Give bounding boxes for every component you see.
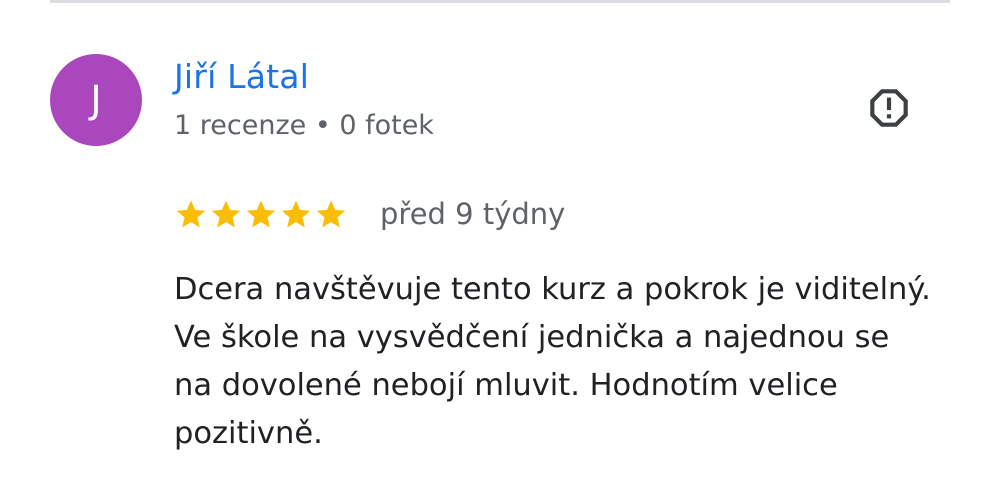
review-card: J Jiří Látal 1 recenze • 0 fotek před 9 …	[0, 0, 1000, 503]
avatar[interactable]: J	[50, 54, 142, 146]
author-meta: 1 recenze • 0 fotek	[174, 110, 434, 141]
avatar-initial: J	[90, 78, 102, 122]
author-info: Jiří Látal 1 recenze • 0 fotek	[174, 56, 434, 144]
rating-row: před 9 týdny	[174, 194, 565, 234]
star-icon	[281, 200, 311, 228]
top-divider	[50, 0, 950, 3]
star-rating	[174, 197, 348, 231]
star-icon	[211, 200, 241, 228]
author-name-link[interactable]: Jiří Látal	[174, 56, 434, 98]
report-flag-icon	[870, 89, 908, 127]
report-review-button[interactable]	[862, 81, 916, 135]
star-icon	[316, 200, 346, 228]
review-text: Dcera navštěvuje tento kurz a pokrok je …	[174, 272, 931, 451]
star-icon	[176, 200, 206, 228]
review-date: před 9 týdny	[380, 197, 566, 231]
star-icon	[246, 200, 276, 228]
